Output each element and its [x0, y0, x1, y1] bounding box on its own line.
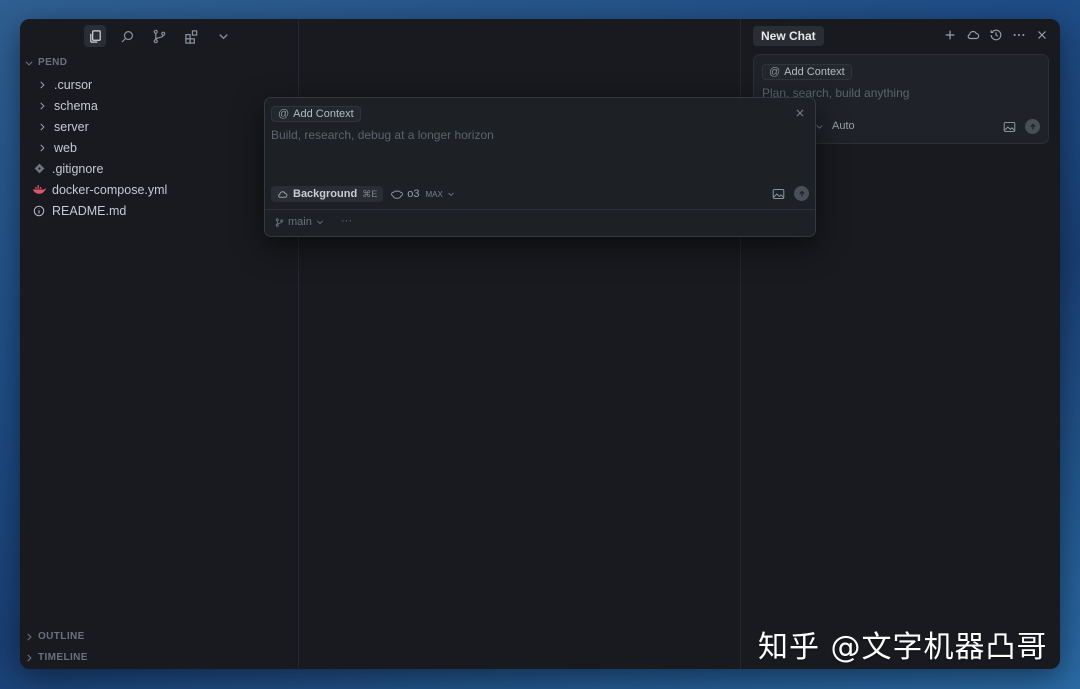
chat-toolbar: [943, 28, 1049, 42]
at-icon: @: [278, 108, 290, 120]
tree-item-schema[interactable]: schema: [20, 95, 298, 116]
outline-section-header[interactable]: OUTLINE: [24, 631, 85, 642]
model-max-badge: MAX: [425, 189, 443, 199]
tree-item-web[interactable]: web: [20, 137, 298, 158]
popup-more-button[interactable]: ···: [341, 215, 352, 227]
timeline-section-header[interactable]: TIMELINE: [24, 652, 88, 663]
brain-icon: [391, 190, 404, 199]
tree-item-label: .gitignore: [52, 161, 104, 176]
sidebar: PEND .cursor schema server web .gitignor…: [20, 19, 299, 669]
tree-item-readme[interactable]: README.md: [20, 200, 298, 221]
extensions-button[interactable]: [180, 25, 202, 47]
background-label: Background: [293, 188, 358, 200]
close-icon[interactable]: [1035, 28, 1049, 42]
popup-input-placeholder[interactable]: Build, research, debug at a longer horiz…: [271, 128, 494, 142]
popup-send-button[interactable]: [794, 186, 809, 201]
chevron-right-icon: [27, 632, 32, 641]
more-icon[interactable]: [1012, 28, 1026, 42]
plus-icon[interactable]: [943, 28, 957, 42]
chevron-down-icon: [317, 220, 323, 225]
image-icon[interactable]: [772, 188, 785, 200]
at-icon: @: [769, 66, 781, 78]
timeline-label: TIMELINE: [38, 652, 88, 663]
add-context-button[interactable]: @ Add Context: [762, 64, 852, 80]
chevron-down-icon[interactable]: [815, 122, 824, 131]
close-icon[interactable]: [795, 108, 805, 118]
image-icon[interactable]: [1003, 121, 1016, 133]
chevron-down-icon: [447, 192, 454, 197]
watermark: 知乎 @文字机器凸哥: [758, 630, 1048, 665]
chevron-down-icon: [25, 60, 33, 66]
files-icon: [89, 29, 101, 43]
branch-selector[interactable]: main: [275, 216, 324, 228]
arrow-up-icon: [798, 190, 805, 196]
tree-item-label: web: [54, 140, 77, 155]
popup-add-context-label: Add Context: [293, 108, 354, 120]
search-button[interactable]: [116, 25, 138, 47]
background-shortcut: ⌘E: [362, 188, 378, 199]
tree-item-docker-compose[interactable]: docker-compose.yml: [20, 179, 298, 200]
arrow-up-icon: [1029, 123, 1036, 129]
more-views-button[interactable]: [212, 25, 234, 47]
popup-add-context-button[interactable]: @ Add Context: [271, 106, 361, 122]
git-branch-icon: [275, 217, 284, 227]
tree-item-cursor[interactable]: .cursor: [20, 74, 298, 95]
git-diamond-icon: [34, 163, 44, 174]
extensions-icon: [184, 29, 197, 44]
info-circle-icon: [33, 205, 45, 216]
chevron-right-icon: [40, 102, 45, 109]
model-name: o3: [407, 188, 420, 200]
tree-item-label: server: [54, 119, 89, 134]
search-icon: [120, 30, 133, 43]
activity-bar: [84, 25, 234, 47]
source-control-button[interactable]: [148, 25, 170, 47]
popup-divider: [265, 209, 815, 210]
tree-item-label: schema: [54, 98, 98, 113]
add-context-label: Add Context: [784, 66, 845, 78]
tree-item-label: README.md: [52, 203, 127, 218]
explorer-button[interactable]: [84, 25, 106, 47]
model-selector[interactable]: o3 MAX: [391, 188, 455, 200]
mode-selector[interactable]: Auto: [832, 120, 855, 132]
tree-item-label: .cursor: [54, 77, 93, 92]
chevron-right-icon: [40, 144, 45, 151]
chevron-right-icon: [27, 653, 32, 662]
send-button[interactable]: [1025, 119, 1040, 134]
history-icon[interactable]: [989, 28, 1003, 42]
chevron-right-icon: [40, 81, 45, 88]
chevron-right-icon: [40, 123, 45, 130]
explorer-root-header[interactable]: PEND: [24, 57, 67, 68]
tab-new-chat[interactable]: New Chat: [753, 26, 824, 46]
cloud-icon[interactable]: [966, 28, 980, 42]
app-window: PEND .cursor schema server web .gitignor…: [20, 19, 1060, 669]
explorer-root-label: PEND: [38, 57, 68, 68]
chevron-down-icon: [218, 33, 228, 39]
tree-item-gitignore[interactable]: .gitignore: [20, 158, 298, 179]
git-branch-icon: [153, 29, 165, 43]
outline-label: OUTLINE: [38, 631, 85, 642]
cloud-icon: [278, 190, 288, 198]
background-agent-popup: @ Add Context Build, research, debug at …: [264, 97, 816, 237]
docker-whale-icon: [32, 185, 46, 194]
tree-item-label: docker-compose.yml: [52, 182, 168, 197]
branch-name: main: [288, 216, 312, 228]
background-mode-button[interactable]: Background ⌘E: [271, 186, 384, 202]
tree-item-server[interactable]: server: [20, 116, 298, 137]
file-tree: .cursor schema server web .gitignore doc…: [20, 74, 298, 221]
